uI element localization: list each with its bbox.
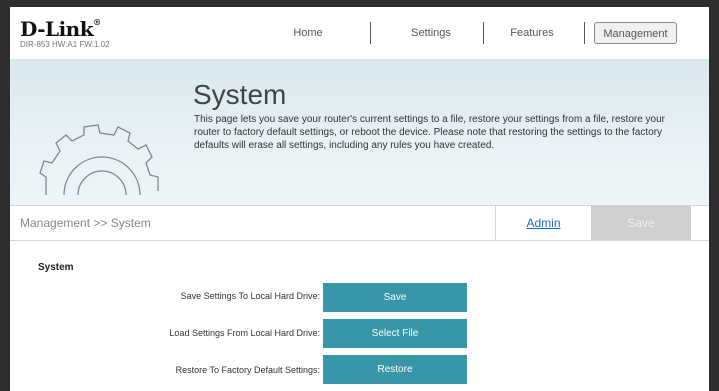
save-button[interactable]: Save (591, 206, 691, 240)
nav-features[interactable]: Features (497, 22, 567, 44)
nav-settings[interactable]: Settings (394, 22, 468, 44)
nav-divider (584, 22, 585, 44)
save-settings-label: Save Settings To Local Hard Drive: (180, 291, 320, 301)
select-file-button[interactable]: Select File (323, 319, 467, 348)
router-admin-page: D-Link® DIR-853 HW:A1 FW:1.02 Home Setti… (10, 7, 709, 391)
load-settings-label: Load Settings From Local Hard Drive: (169, 328, 320, 338)
breadcrumb: Management >> System (20, 216, 151, 230)
section-title: System (38, 262, 74, 273)
restore-defaults-label: Restore To Factory Default Settings: (175, 365, 320, 375)
page-description: This page lets you save your router's cu… (194, 114, 666, 151)
restore-button[interactable]: Restore (323, 355, 467, 384)
model-info: DIR-853 HW:A1 FW:1.02 (20, 40, 110, 49)
page-banner: System This page lets you save your rout… (10, 59, 709, 205)
gear-icon (39, 124, 159, 196)
nav-home[interactable]: Home (278, 22, 338, 44)
breadcrumb-bar: Management >> System Admin Save (10, 205, 709, 241)
save-settings-button[interactable]: Save (323, 283, 467, 312)
page-title: System (193, 79, 287, 110)
nav-divider (370, 22, 371, 44)
nav-management[interactable]: Management (594, 22, 677, 44)
admin-link[interactable]: Admin (495, 206, 592, 240)
dlink-logo: D-Link® (20, 17, 101, 41)
nav-divider (483, 22, 484, 44)
top-header: D-Link® DIR-853 HW:A1 FW:1.02 Home Setti… (10, 7, 709, 59)
